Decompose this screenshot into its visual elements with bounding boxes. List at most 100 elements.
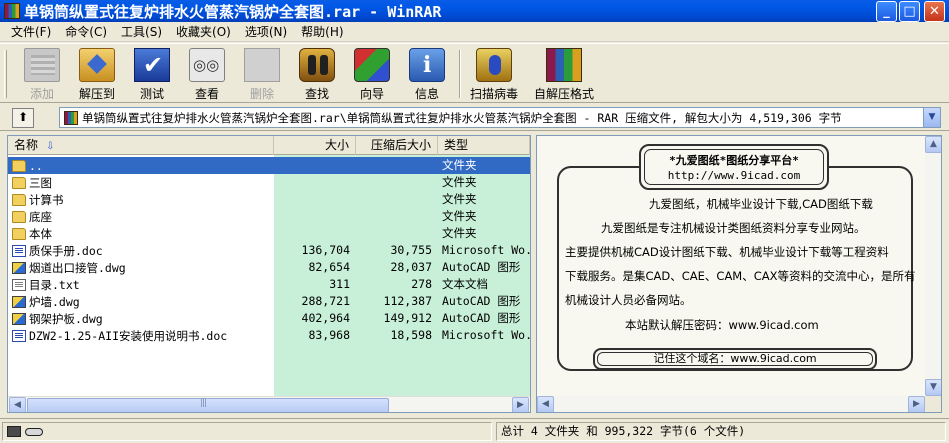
virus-scan-button[interactable]: 扫描病毒 bbox=[466, 46, 522, 102]
file-row[interactable]: 钢架护板.dwg 402,964 149,912 AutoCAD 图形 bbox=[8, 310, 530, 327]
toolbar-separator bbox=[459, 50, 461, 98]
file-row[interactable]: 计算书 文件夹 bbox=[8, 191, 530, 208]
file-packed-size: 18,598 bbox=[390, 328, 432, 342]
scroll-left-button[interactable]: ◀ bbox=[9, 397, 26, 412]
word-doc-icon bbox=[12, 329, 26, 342]
find-label: 查找 bbox=[304, 87, 329, 101]
find-button[interactable]: 查找 bbox=[291, 46, 343, 102]
archive-path-text: 单锅筒纵置式往复炉排水火管蒸汽锅炉全套图.rar\单锅筒纵置式往复炉排水火管蒸汽… bbox=[82, 110, 842, 125]
drive-icon[interactable] bbox=[7, 426, 21, 437]
folder-icon bbox=[12, 227, 26, 240]
status-summary: 总计 4 文件夹 和 995,322 字节(6 个文件) bbox=[496, 422, 946, 441]
menu-options[interactable]: 选项(N) bbox=[238, 23, 294, 40]
file-packed-size: 28,037 bbox=[390, 260, 432, 274]
file-list-hscrollbar[interactable]: ◀ ▶ bbox=[8, 396, 530, 412]
toolbar: 添加 解压到 测试 查看 删除 查找 向导 信息 扫描病毒 自解压格式 bbox=[0, 43, 949, 103]
find-binoculars-icon bbox=[299, 48, 335, 82]
title-bar[interactable]: 单锅筒纵置式往复炉排水火管蒸汽锅炉全套图.rar - WinRAR _ □ ✕ bbox=[0, 0, 949, 22]
test-check-icon bbox=[134, 48, 170, 82]
file-size: 136,704 bbox=[301, 243, 350, 257]
file-row[interactable]: DZW2-1.25-AII安装使用说明书.doc 83,968 18,598 M… bbox=[8, 327, 530, 344]
comment-line: 下载服务。是集CAD、CAE、CAM、CAX等资料的交流中心，是所有 bbox=[565, 269, 916, 283]
file-type: Microsoft Wo... bbox=[442, 243, 530, 257]
column-size[interactable]: 大小 bbox=[274, 136, 356, 155]
virus-scan-icon bbox=[476, 48, 512, 82]
winrar-app-icon[interactable] bbox=[4, 3, 20, 19]
file-type: 文件夹 bbox=[442, 226, 477, 240]
scroll-right-button[interactable]: ▶ bbox=[908, 396, 925, 412]
file-packed-size: 112,387 bbox=[383, 294, 432, 308]
wizard-button[interactable]: 向导 bbox=[346, 46, 398, 102]
file-type: 文本文档 bbox=[442, 277, 488, 291]
comment-line: 九爱图纸是专注机械设计类图纸资料分享专业网站。 bbox=[601, 221, 866, 235]
comment-text-area[interactable]: *九爱图纸*图纸分享平台* http://www.9icad.com 九爱图纸，… bbox=[537, 136, 925, 396]
file-row[interactable]: 三图 文件夹 bbox=[8, 174, 530, 191]
file-size: 288,721 bbox=[301, 294, 350, 308]
menu-help[interactable]: 帮助(H) bbox=[294, 23, 350, 40]
path-dropdown-button[interactable]: ▼ bbox=[923, 108, 940, 127]
text-file-icon bbox=[12, 278, 26, 291]
file-type: 文件夹 bbox=[442, 192, 477, 206]
file-row[interactable]: 底座 文件夹 bbox=[8, 208, 530, 225]
toolbar-grip[interactable] bbox=[4, 50, 7, 98]
file-row[interactable]: 质保手册.doc 136,704 30,755 Microsoft Wo... bbox=[8, 242, 530, 259]
comment-hscrollbar[interactable]: ◀ ▶ bbox=[537, 396, 925, 412]
folder-icon bbox=[12, 193, 26, 206]
autocad-dwg-icon bbox=[12, 261, 26, 274]
file-size: 402,964 bbox=[301, 311, 350, 325]
file-type: 文件夹 bbox=[442, 175, 477, 189]
window-title: 单锅筒纵置式往复炉排水火管蒸汽锅炉全套图.rar - WinRAR bbox=[24, 2, 442, 21]
comment-footer-box: 记住这个域名：www.9icad.com bbox=[593, 348, 877, 370]
up-folder-button[interactable]: ⬆ bbox=[12, 108, 34, 128]
scroll-corner bbox=[925, 396, 941, 412]
menu-commands[interactable]: 命令(C) bbox=[58, 23, 114, 40]
file-row[interactable]: 烟道出口接管.dwg 82,654 28,037 AutoCAD 图形 bbox=[8, 259, 530, 276]
scroll-down-button[interactable]: ▼ bbox=[925, 379, 941, 396]
folder-icon bbox=[12, 159, 26, 172]
scroll-up-button[interactable]: ▲ bbox=[925, 136, 941, 153]
scroll-left-button[interactable]: ◀ bbox=[537, 396, 554, 412]
maximize-button[interactable]: □ bbox=[899, 1, 920, 22]
menu-tools[interactable]: 工具(S) bbox=[114, 23, 169, 40]
column-type[interactable]: 类型 bbox=[438, 136, 530, 155]
file-name: 炉墙.dwg bbox=[29, 294, 80, 309]
file-row[interactable]: 目录.txt 311 278 文本文档 bbox=[8, 276, 530, 293]
key-lock-icon[interactable] bbox=[25, 428, 43, 436]
menu-file[interactable]: 文件(F) bbox=[4, 23, 58, 40]
delete-icon bbox=[244, 48, 280, 82]
info-button[interactable]: 信息 bbox=[401, 46, 453, 102]
file-type: 文件夹 bbox=[442, 158, 477, 172]
menu-bar: 文件(F) 命令(C) 工具(S) 收藏夹(O) 选项(N) 帮助(H) bbox=[0, 22, 949, 42]
file-name: DZW2-1.25-AII安装使用说明书.doc bbox=[29, 328, 228, 343]
file-row[interactable]: 炉墙.dwg 288,721 112,387 AutoCAD 图形 bbox=[8, 293, 530, 310]
sfx-button[interactable]: 自解压格式 bbox=[530, 46, 598, 102]
file-name: 烟道出口接管.dwg bbox=[29, 260, 126, 275]
archive-path-combo[interactable]: 单锅筒纵置式往复炉排水火管蒸汽锅炉全套图.rar\单锅筒纵置式往复炉排水火管蒸汽… bbox=[59, 107, 941, 128]
menu-favorites[interactable]: 收藏夹(O) bbox=[169, 23, 238, 40]
comment-vscrollbar[interactable]: ▲ ▼ bbox=[925, 136, 941, 396]
sfx-archive-icon bbox=[546, 48, 582, 82]
minimize-button[interactable]: _ bbox=[876, 1, 897, 22]
scroll-thumb[interactable] bbox=[27, 398, 389, 412]
comment-header-box: *九爱图纸*图纸分享平台* http://www.9icad.com bbox=[639, 144, 829, 190]
folder-icon bbox=[12, 176, 26, 189]
comment-line: 本站默认解压密码：www.9icad.com bbox=[625, 318, 819, 332]
extract-to-button[interactable]: 解压到 bbox=[71, 46, 123, 102]
scroll-right-button[interactable]: ▶ bbox=[512, 397, 529, 412]
file-name: 底座 bbox=[29, 209, 52, 224]
delete-button[interactable]: 删除 bbox=[236, 46, 288, 102]
sort-arrow-icon: ⇩ bbox=[46, 141, 55, 152]
column-packed-size[interactable]: 压缩后大小 bbox=[356, 136, 438, 155]
view-button[interactable]: 查看 bbox=[181, 46, 233, 102]
test-button[interactable]: 测试 bbox=[126, 46, 178, 102]
column-name[interactable]: 名称 ⇩ bbox=[8, 136, 274, 155]
file-name: 计算书 bbox=[29, 192, 64, 207]
virus-scan-label: 扫描病毒 bbox=[469, 87, 518, 101]
comment-header-inner-border bbox=[644, 149, 824, 185]
add-button[interactable]: 添加 bbox=[16, 46, 68, 102]
file-row-parent[interactable]: .. 文件夹 bbox=[8, 157, 530, 174]
address-bar: ⬆ 单锅筒纵置式往复炉排水火管蒸汽锅炉全套图.rar\单锅筒纵置式往复炉排水火管… bbox=[0, 104, 949, 131]
close-button[interactable]: ✕ bbox=[924, 1, 945, 22]
comment-line: 机械设计人员必备网站。 bbox=[565, 293, 692, 307]
file-row[interactable]: 本体 文件夹 bbox=[8, 225, 530, 242]
